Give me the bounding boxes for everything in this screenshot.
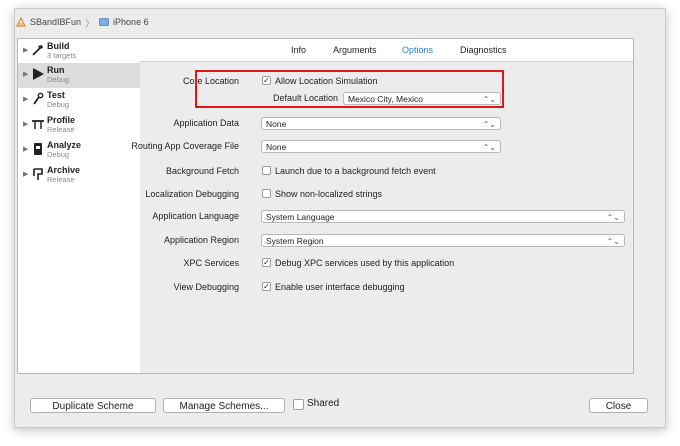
shared-checkbox[interactable] xyxy=(293,399,304,410)
play-icon xyxy=(31,67,45,81)
sidebar-item-title: Test xyxy=(47,90,65,100)
instruments-icon xyxy=(31,117,45,131)
disclosure-triangle-icon[interactable]: ▶ xyxy=(23,120,28,128)
application-data-row: Application Data None ⌃⌄ xyxy=(140,115,633,133)
disclosure-triangle-icon[interactable]: ▶ xyxy=(23,95,28,103)
tab-arguments[interactable]: Arguments xyxy=(333,45,377,55)
analyze-icon xyxy=(31,142,45,156)
xpc-services-label: XPC Services xyxy=(183,258,239,268)
routing-coverage-popup[interactable]: None ⌃⌄ xyxy=(261,140,501,153)
application-language-label: Application Language xyxy=(152,211,239,221)
tab-options[interactable]: Options xyxy=(402,45,433,55)
background-fetch-checkbox-label: Launch due to a background fetch event xyxy=(275,166,436,176)
sidebar-item-subtitle: Debug xyxy=(47,150,70,159)
application-region-value: System Region xyxy=(266,236,324,246)
simulator-icon xyxy=(99,17,109,27)
disclosure-triangle-icon[interactable]: ▶ xyxy=(23,46,28,54)
routing-coverage-label: Routing App Coverage File xyxy=(131,141,239,151)
archive-icon xyxy=(31,167,45,181)
sidebar-item-title: Profile xyxy=(47,115,76,125)
sidebar-item-subtitle: Release xyxy=(47,125,75,134)
view-debugging-checkbox[interactable]: ✓ xyxy=(262,282,271,291)
application-language-value: System Language xyxy=(266,212,335,222)
tab-info[interactable]: Info xyxy=(291,45,306,55)
tab-bar: Info Arguments Options Diagnostics xyxy=(140,39,633,62)
disclosure-triangle-icon[interactable]: ▶ xyxy=(23,145,28,153)
debug-xpc-label: Debug XPC services used by this applicat… xyxy=(275,258,455,268)
disclosure-triangle-icon[interactable]: ▶ xyxy=(23,70,28,78)
routing-coverage-value: None xyxy=(266,142,287,152)
duplicate-scheme-button[interactable]: Duplicate Scheme xyxy=(30,398,156,413)
wrench-icon xyxy=(31,92,45,106)
background-fetch-label: Background Fetch xyxy=(165,166,239,176)
annotation-highlight-box xyxy=(195,70,504,108)
sidebar-item-build[interactable]: ▶ Build 3 targets xyxy=(18,39,140,63)
view-debugging-label: View Debugging xyxy=(173,282,239,292)
non-localized-strings-label: Show non-localized strings xyxy=(275,189,383,199)
device-name[interactable]: iPhone 6 xyxy=(113,17,149,27)
disclosure-triangle-icon[interactable]: ▶ xyxy=(23,170,28,178)
chevron-updown-icon: ⌃⌄ xyxy=(482,120,496,129)
xpc-services-row: XPC Services ✓ Debug XPC services used b… xyxy=(140,255,633,273)
application-data-value: None xyxy=(266,119,287,129)
application-region-row: Application Region System Region ⌃⌄ xyxy=(140,232,633,250)
tab-diagnostics[interactable]: Diagnostics xyxy=(460,45,507,55)
application-region-popup[interactable]: System Region ⌃⌄ xyxy=(261,234,625,247)
sidebar-item-test[interactable]: ▶ Test Debug xyxy=(18,88,140,113)
manage-schemes-button[interactable]: Manage Schemes... xyxy=(163,398,285,413)
background-fetch-checkbox[interactable] xyxy=(262,166,271,175)
sidebar-item-profile[interactable]: ▶ Profile Release xyxy=(18,113,140,138)
shared-label: Shared xyxy=(307,398,340,409)
sidebar-item-title: Build xyxy=(47,41,70,51)
sidebar-item-run[interactable]: ▶ Run Debug xyxy=(18,63,140,88)
scheme-breadcrumb[interactable]: SBandIBFun 〉 iPhone 6 xyxy=(16,14,149,30)
hammer-icon xyxy=(31,43,45,57)
sidebar-item-subtitle: 3 targets xyxy=(47,51,77,60)
localization-debugging-label: Localization Debugging xyxy=(145,189,239,199)
application-data-popup[interactable]: None ⌃⌄ xyxy=(261,117,501,130)
sidebar-item-archive[interactable]: ▶ Archive Release xyxy=(18,163,140,188)
sidebar-item-title: Archive xyxy=(47,165,81,175)
sidebar-item-title: Run xyxy=(47,65,65,75)
scheme-name[interactable]: SBandIBFun xyxy=(30,17,81,27)
scheme-action-list: ▶ Build 3 targets ▶ Run Debug ▶ Test Deb… xyxy=(17,38,141,374)
sidebar-item-subtitle: Release xyxy=(47,175,75,184)
debug-xpc-checkbox[interactable]: ✓ xyxy=(262,258,271,267)
sidebar-item-subtitle: Debug xyxy=(47,100,70,109)
localization-debugging-row: Localization Debugging Show non-localize… xyxy=(140,186,633,204)
chevron-updown-icon: ⌃⌄ xyxy=(482,143,496,152)
view-debugging-row: View Debugging ✓ Enable user interface d… xyxy=(140,279,633,297)
chevron-updown-icon: ⌃⌄ xyxy=(606,237,620,246)
sidebar-item-title: Analyze xyxy=(47,140,82,150)
chevron-right-icon: 〉 xyxy=(85,18,96,30)
view-debugging-checkbox-label: Enable user interface debugging xyxy=(275,282,405,292)
application-region-label: Application Region xyxy=(163,235,239,245)
background-fetch-row: Background Fetch Launch due to a backgro… xyxy=(140,163,633,181)
close-button[interactable]: Close xyxy=(589,398,648,413)
sidebar-item-analyze[interactable]: ▶ Analyze Debug xyxy=(18,138,140,163)
application-data-label: Application Data xyxy=(173,118,239,128)
scheme-icon xyxy=(16,17,26,27)
application-language-row: Application Language System Language ⌃⌄ xyxy=(140,208,633,226)
sidebar-item-subtitle: Debug xyxy=(47,75,70,84)
application-language-popup[interactable]: System Language ⌃⌄ xyxy=(261,210,625,223)
non-localized-strings-checkbox[interactable] xyxy=(262,189,271,198)
chevron-updown-icon: ⌃⌄ xyxy=(606,213,620,222)
routing-coverage-row: Routing App Coverage File None ⌃⌄ xyxy=(131,138,633,156)
